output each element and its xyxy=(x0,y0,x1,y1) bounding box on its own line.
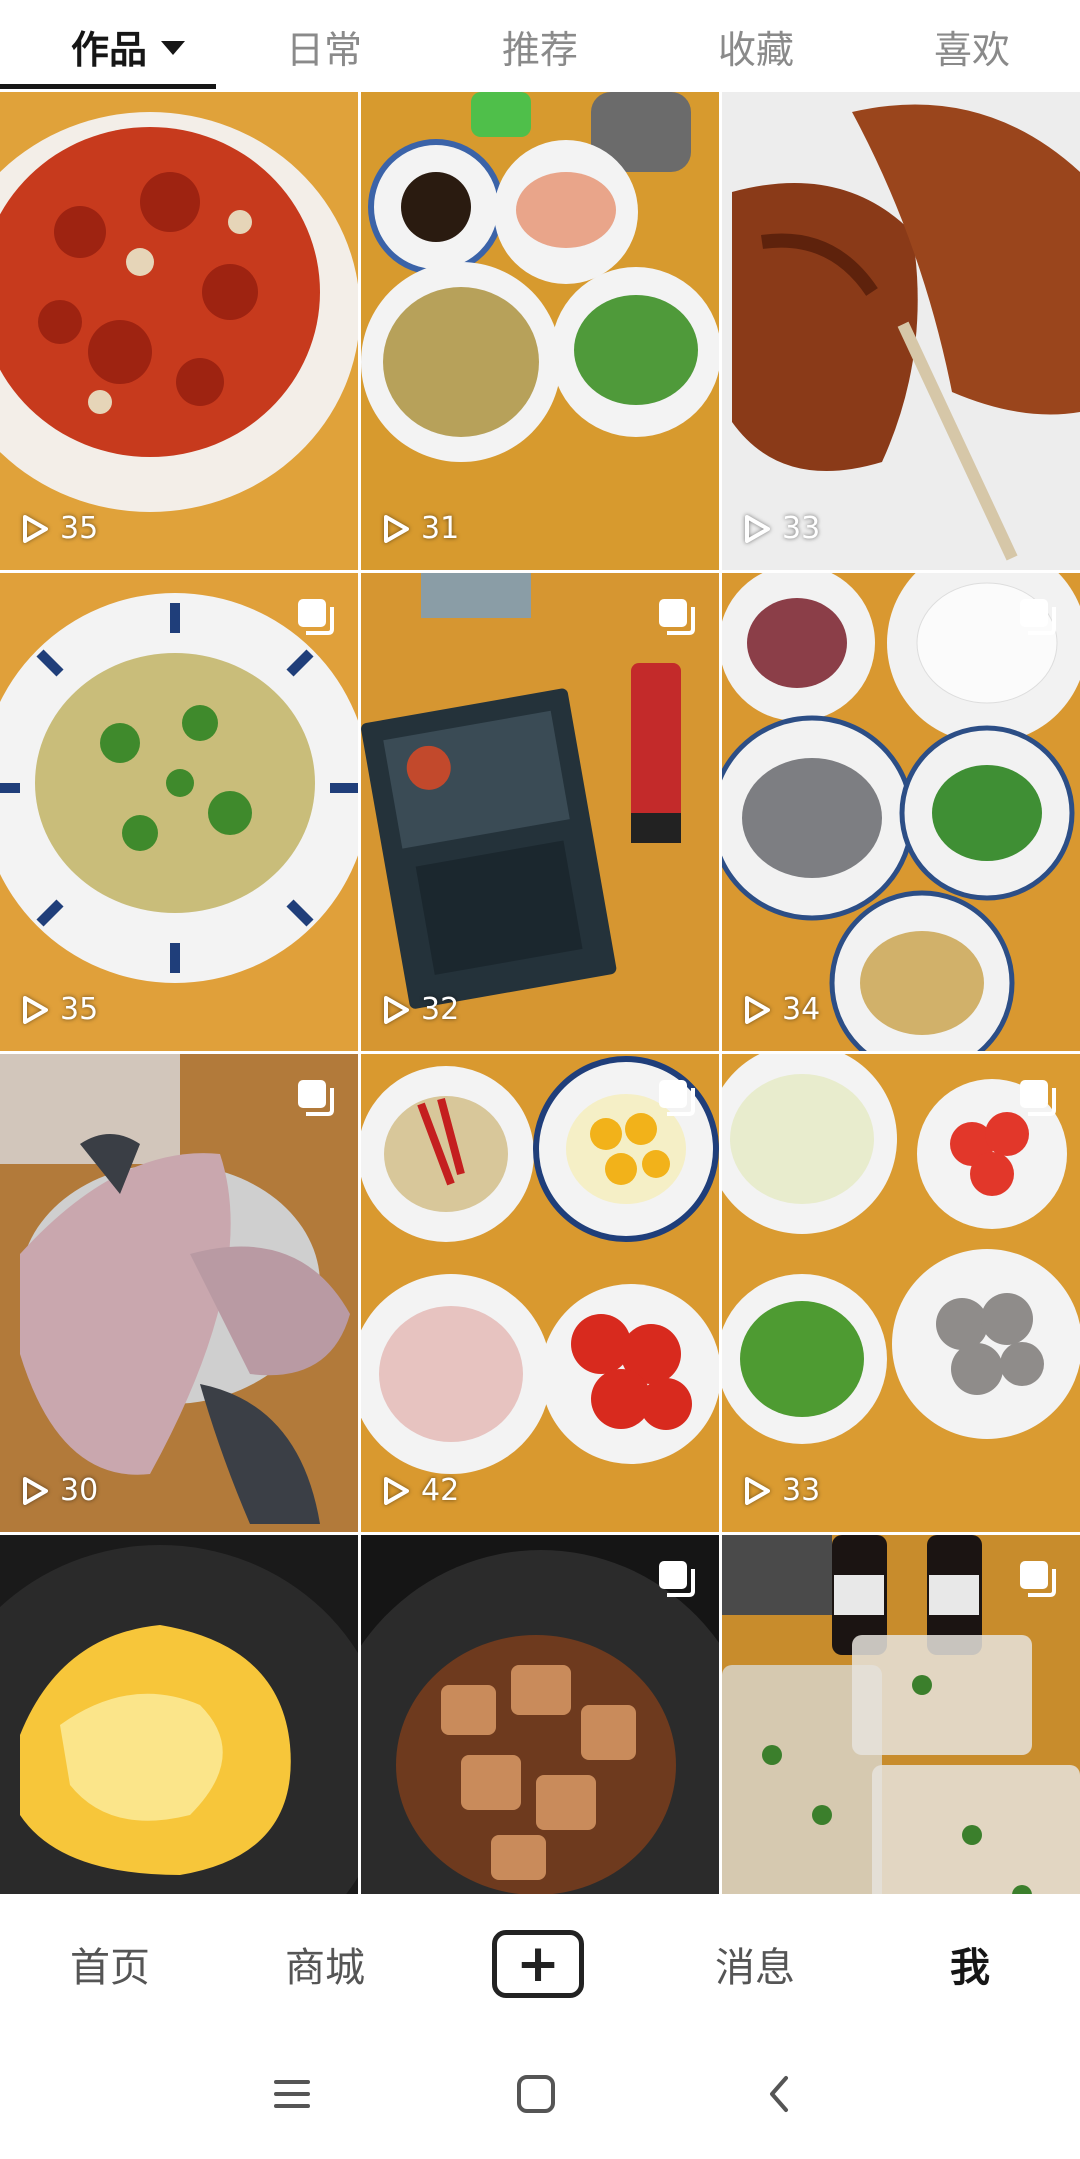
nav-home[interactable]: 首页 xyxy=(40,1894,180,2034)
play-icon xyxy=(23,1476,48,1505)
play-icon xyxy=(23,995,48,1024)
active-tab-indicator xyxy=(0,84,216,89)
post-thumbnail[interactable]: 31 xyxy=(361,92,719,570)
view-count: 33 xyxy=(742,511,820,546)
nav-messages-label: 消息 xyxy=(715,1945,795,1991)
tab-recommend[interactable]: 推荐 xyxy=(472,0,608,92)
play-icon xyxy=(384,1476,409,1505)
multi-image-icon xyxy=(298,1080,334,1116)
post-thumbnail[interactable]: 42 xyxy=(361,1054,719,1532)
tab-works-label: 作品 xyxy=(70,27,147,72)
multi-image-icon xyxy=(659,1561,695,1597)
recent-apps-icon[interactable] xyxy=(262,2064,322,2124)
play-icon xyxy=(745,1476,770,1505)
view-count-value: 31 xyxy=(421,511,460,546)
view-count-value: 35 xyxy=(60,511,99,546)
play-icon xyxy=(384,995,409,1024)
tab-daily-label: 日常 xyxy=(285,27,362,72)
view-count-value: 30 xyxy=(60,1473,99,1508)
profile-tabs: 作品 日常 推荐 收藏 喜欢 xyxy=(0,0,1080,92)
tab-likes[interactable]: 喜欢 xyxy=(904,0,1040,92)
nav-mall[interactable]: 商城 xyxy=(255,1894,395,2034)
crayfish-photo xyxy=(0,92,358,570)
view-count: 30 xyxy=(20,1473,98,1508)
nav-me-label: 我 xyxy=(950,1945,990,1991)
view-count: 33 xyxy=(742,1473,820,1508)
post-thumbnail[interactable]: 33 xyxy=(722,92,1080,570)
multi-image-icon xyxy=(659,1080,695,1116)
back-icon[interactable] xyxy=(750,2064,810,2124)
nav-messages[interactable]: 消息 xyxy=(685,1894,825,2034)
view-count: 35 xyxy=(20,992,98,1027)
multi-image-icon xyxy=(1020,1561,1056,1597)
multi-image-icon xyxy=(298,599,334,635)
eggs-tomato-pork-photo xyxy=(361,1054,719,1532)
view-count: 31 xyxy=(381,511,459,546)
post-thumbnail[interactable]: 34 xyxy=(722,573,1080,1051)
chicken-wings-photo xyxy=(722,92,1080,570)
post-thumbnail[interactable]: 30 xyxy=(0,1054,358,1532)
plus-icon: + xyxy=(516,1934,560,1994)
multi-image-icon xyxy=(1020,1080,1056,1116)
post-thumbnail[interactable]: 33 xyxy=(722,1054,1080,1532)
chevron-down-icon xyxy=(161,41,185,55)
tab-favorites[interactable]: 收藏 xyxy=(688,0,824,92)
tab-daily[interactable]: 日常 xyxy=(256,0,392,92)
bottom-navigation: 首页 商城 + 消息 我 xyxy=(0,1894,1080,2034)
nav-home-label: 首页 xyxy=(70,1945,150,1991)
post-thumbnail[interactable]: 35 xyxy=(0,573,358,1051)
raw-fish-photo xyxy=(0,1054,358,1532)
tab-works[interactable]: 作品 xyxy=(40,0,216,92)
tab-favorites-label: 收藏 xyxy=(717,27,794,72)
home-icon[interactable] xyxy=(506,2064,566,2124)
dishes-photo xyxy=(361,92,719,570)
system-navigation-bar xyxy=(0,2034,1080,2159)
post-grid: 35 31 33 35 32 34 30 42 33 xyxy=(0,92,1080,2013)
view-count-value: 42 xyxy=(421,1473,460,1508)
play-icon xyxy=(745,995,770,1024)
multi-image-icon xyxy=(1020,599,1056,635)
multi-image-icon xyxy=(659,599,695,635)
view-count-value: 33 xyxy=(782,1473,821,1508)
add-post-button[interactable]: + xyxy=(492,1930,584,1998)
egg-peppers-photo xyxy=(0,573,358,1051)
cigarette-lighter-photo xyxy=(361,573,719,1051)
play-icon xyxy=(23,514,48,543)
view-count: 42 xyxy=(381,1473,459,1508)
view-count: 35 xyxy=(20,511,98,546)
view-count-value: 34 xyxy=(782,992,821,1027)
cabbage-tomato-meat-photo xyxy=(722,1054,1080,1532)
play-icon xyxy=(384,514,409,543)
nav-mall-label: 商城 xyxy=(285,1945,365,1991)
post-thumbnail[interactable]: 32 xyxy=(361,573,719,1051)
tab-recommend-label: 推荐 xyxy=(501,27,578,72)
play-icon xyxy=(745,514,770,543)
view-count: 34 xyxy=(742,992,820,1027)
tab-likes-label: 喜欢 xyxy=(933,27,1010,72)
fish-radish-photo xyxy=(722,573,1080,1051)
view-count-value: 33 xyxy=(782,511,821,546)
view-count: 32 xyxy=(381,992,459,1027)
nav-me[interactable]: 我 xyxy=(900,1894,1040,2034)
view-count-value: 35 xyxy=(60,992,99,1027)
post-thumbnail[interactable]: 35 xyxy=(0,92,358,570)
view-count-value: 32 xyxy=(421,992,460,1027)
